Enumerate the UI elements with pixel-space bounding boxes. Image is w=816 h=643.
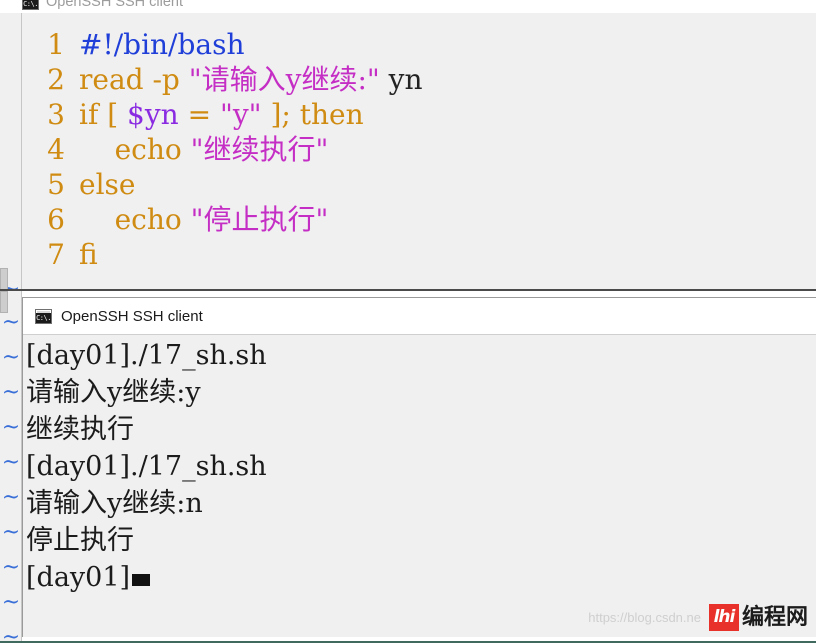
console-icon (22, 0, 39, 10)
terminal-line-text: 请输入y继续:y (26, 377, 201, 408)
empty-line-tilde: ~ (1, 345, 21, 370)
code-line-number: 6 (47, 203, 65, 236)
code-token: else (79, 168, 136, 201)
editor-window: OpenSSH SSH client ~ 1#!/bin/bash2read -… (0, 0, 816, 291)
terminal-line: [day01]./17_sh.sh (26, 448, 267, 485)
empty-line-tilde: ~ (1, 450, 21, 475)
code-line: 4 echo "继续执行" (31, 132, 423, 167)
code-token: echo (79, 203, 191, 236)
empty-line-tilde: ~ (1, 590, 21, 615)
code-line: 3 if [ $yn = "y" ]; then (31, 97, 423, 132)
terminal-line: [day01] (26, 559, 267, 596)
terminal-line: 停止执行 (26, 522, 267, 559)
editor-scrollbar-thumb[interactable] (0, 268, 8, 289)
code-line-text: echo "继续执行" (79, 132, 329, 167)
terminal-cursor (132, 574, 151, 586)
code-token: "停止执行" (190, 203, 329, 236)
code-line-number: 4 (47, 133, 65, 166)
code-token: "继续执行" (190, 133, 329, 166)
editor-titlebar: OpenSSH SSH client (0, 0, 816, 13)
code-token: #!/bin/bash (79, 28, 245, 61)
code-token: if [ (79, 98, 128, 131)
code-token: read -p (79, 63, 189, 96)
desktop-tilde-column: ~ ~ ~ ~ ~ ~ ~ ~ ~ ~ (0, 305, 22, 643)
terminal-line-text: [day01]./17_sh.sh (26, 451, 267, 482)
console-icon (35, 308, 52, 324)
desktop-lower-region: ~ ~ ~ ~ ~ ~ ~ ~ ~ ~ OpenSSH SSH client [day01]./1… (0, 291, 816, 643)
terminal-line: 继续执行 (26, 411, 267, 448)
editor-window-title: OpenSSH SSH client (46, 0, 184, 10)
code-token: fi (79, 238, 98, 271)
editor-scrollbar-track[interactable] (0, 13, 8, 289)
code-line: 2 read -p "请输入y继续:" yn (31, 62, 423, 97)
code-line-number: 3 (47, 98, 65, 131)
code-token: "请输入y继续:" (188, 63, 380, 96)
empty-line-tilde: ~ (1, 625, 21, 643)
code-line-number: 1 (47, 28, 65, 61)
editor-text-area[interactable]: 1 #!/bin/bash 2 read -p "请输入y继续:" yn 3 if [ $… (23, 13, 816, 289)
terminal-window: OpenSSH SSH client [day01]./17_sh.sh 请输入y… (22, 297, 816, 637)
empty-line-tilde: ~ (1, 310, 21, 335)
empty-line-tilde: ~ (1, 555, 21, 580)
terminal-line-text: 停止执行 (26, 525, 134, 556)
terminal-line-list: [day01]./17_sh.sh 请输入y继续:y 继续执行 [day01]./17… (26, 337, 267, 596)
code-line-text: fi (79, 237, 98, 272)
empty-line-tilde: ~ (1, 415, 21, 440)
code-token: "y" (219, 98, 262, 131)
code-line-text: read -p "请输入y继续:" yn (79, 62, 423, 97)
code-line: 6 echo "停止执行" (31, 202, 423, 237)
code-line-number: 7 (47, 238, 65, 271)
terminal-output-area[interactable]: [day01]./17_sh.sh 请输入y继续:y 继续执行 [day01]./17… (23, 334, 816, 637)
code-token: $yn (127, 98, 179, 131)
empty-line-tilde: ~ (1, 485, 21, 510)
terminal-line: 请输入y继续:n (26, 485, 267, 522)
terminal-line-text: [day01]./17_sh.sh (26, 340, 267, 371)
terminal-line: 请输入y继续:y (26, 374, 267, 411)
terminal-line-text: [day01] (26, 562, 131, 593)
code-line-number: 5 (47, 168, 65, 201)
terminal-line: [day01]./17_sh.sh (26, 337, 267, 374)
code-line-text: else (79, 167, 135, 202)
code-token: echo (79, 133, 191, 166)
code-line-number: 2 (47, 63, 65, 96)
code-line-list: 1 #!/bin/bash 2 read -p "请输入y继续:" yn 3 if [ $… (31, 27, 423, 272)
empty-line-tilde: ~ (1, 380, 21, 405)
code-token: yn (379, 63, 423, 96)
code-token: = (178, 98, 220, 131)
code-line-text: if [ $yn = "y" ]; then (79, 97, 364, 132)
terminal-line-text: 请输入y继续:n (26, 488, 203, 519)
code-line: 1 #!/bin/bash (31, 27, 423, 62)
empty-line-tilde: ~ (1, 520, 21, 545)
code-line-text: #!/bin/bash (79, 27, 245, 62)
terminal-titlebar: OpenSSH SSH client (23, 298, 816, 334)
terminal-window-title: OpenSSH SSH client (61, 307, 203, 325)
code-token: ]; then (261, 98, 364, 131)
desktop-gutter: ~ ~ ~ ~ ~ ~ ~ ~ ~ ~ (0, 291, 22, 643)
code-line: 5 else (31, 167, 423, 202)
code-line: 7 fi (31, 237, 423, 272)
code-line-text: echo "停止执行" (79, 202, 329, 237)
terminal-line-text: 继续执行 (26, 414, 134, 445)
